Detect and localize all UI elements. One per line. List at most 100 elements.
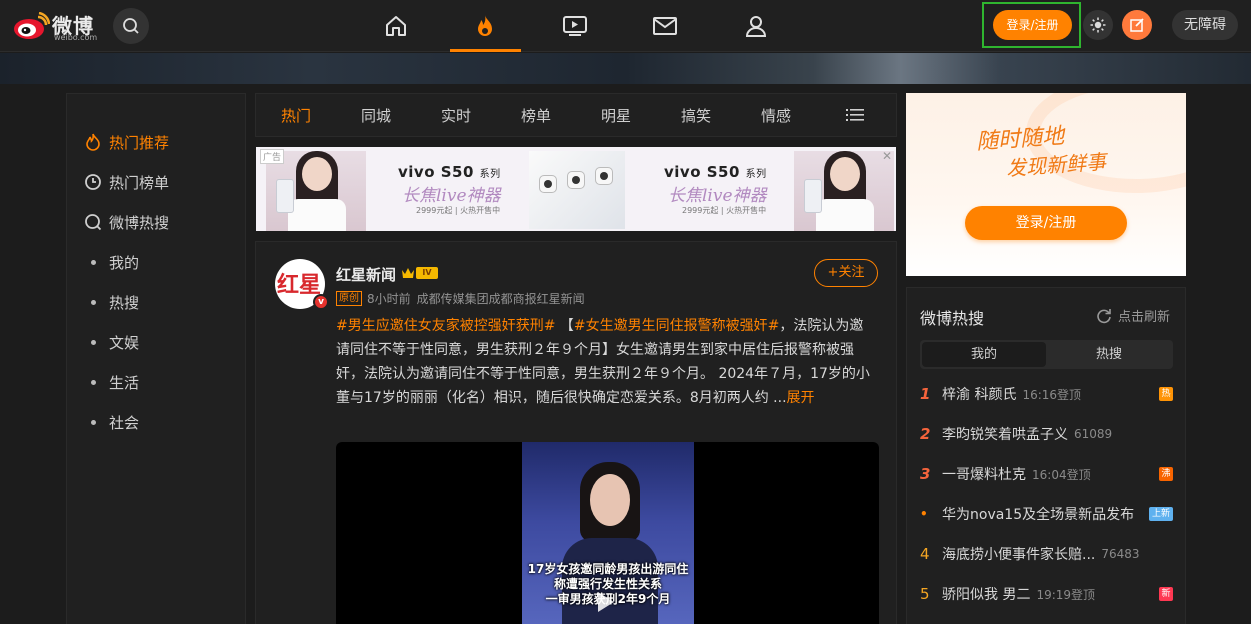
tab-ranking[interactable]: 榜单 bbox=[521, 105, 551, 126]
sidebar-item-label: 社会 bbox=[109, 413, 140, 432]
ad-slogan-2: 长焦live神器 bbox=[668, 186, 767, 206]
bullet-dot bbox=[91, 339, 96, 345]
hot-search-title: 微博热搜 bbox=[920, 309, 985, 328]
hot-search-row[interactable]: 1 梓渝 科颜氏 16:16登顶 热 bbox=[920, 382, 1173, 406]
sidebar-item-hot-list[interactable]: 热门榜单 bbox=[83, 170, 169, 194]
tab-mine[interactable]: 我的 bbox=[922, 342, 1046, 367]
sidebar-item-label: 热门推荐 bbox=[109, 133, 170, 152]
sidebar-item-life[interactable]: 生活 bbox=[83, 370, 139, 394]
bullet-dot bbox=[91, 419, 96, 425]
expand-link[interactable]: 展开 bbox=[787, 390, 815, 406]
sidebar-item-weibo-hot-search[interactable]: 微博热搜 bbox=[83, 210, 169, 234]
rank-number: 1 bbox=[920, 385, 931, 403]
promo-login-button[interactable]: 登录/注册 bbox=[965, 206, 1127, 240]
rank-number: 4 bbox=[920, 545, 930, 563]
sidebar-item-hot-recommend[interactable]: 热门推荐 bbox=[83, 130, 169, 154]
hot-badge: 沸 bbox=[1159, 467, 1173, 481]
logo-subtext: weibo.com bbox=[54, 33, 98, 42]
nav-home[interactable] bbox=[378, 9, 414, 43]
hot-extra: 16:04登顶 bbox=[1032, 467, 1091, 482]
header-banner-image bbox=[0, 53, 1251, 84]
accessibility-button[interactable]: 无障碍 bbox=[1172, 10, 1238, 40]
compose-button[interactable] bbox=[1122, 10, 1152, 40]
sidebar-item-hot-search[interactable]: 热搜 bbox=[83, 290, 139, 314]
hot-topic: 李昀锐笑着哄孟子义 bbox=[942, 427, 1068, 443]
tab-funny[interactable]: 搞笑 bbox=[681, 105, 711, 126]
nav-hot[interactable] bbox=[467, 9, 503, 43]
tab-hot-search[interactable]: 热搜 bbox=[1046, 340, 1172, 369]
tab-more-menu[interactable] bbox=[846, 107, 864, 127]
login-promo-card: 随时随地 发现新鲜事 登录/注册 bbox=[906, 93, 1186, 276]
list-menu-icon bbox=[846, 109, 864, 121]
home-icon bbox=[386, 16, 406, 36]
weibo-logo[interactable]: 微博 weibo.com bbox=[12, 8, 102, 44]
login-register-button[interactable]: 登录/注册 bbox=[993, 10, 1072, 40]
search-icon bbox=[83, 212, 103, 232]
ad-phone-image bbox=[529, 151, 625, 229]
post-meta: 原创 8小时前 成都传媒集团成都商报红星新闻 bbox=[336, 290, 585, 307]
level-badge: IV bbox=[416, 267, 438, 279]
bullet-dot bbox=[91, 259, 96, 265]
ad-price-2: 2999元起 | 火热开售中 bbox=[682, 206, 767, 215]
hot-extra: 16:16登顶 bbox=[1022, 387, 1082, 402]
flame-icon bbox=[83, 132, 103, 152]
nav-active-indicator bbox=[450, 49, 521, 52]
rank-number: 5 bbox=[920, 585, 930, 603]
hot-topic: 一哥爆料杜克 bbox=[942, 467, 1026, 483]
hot-search-row[interactable]: 3 一哥爆料杜克 16:04登顶 沸 bbox=[920, 462, 1173, 486]
hot-search-row[interactable]: 2 李昀锐笑着哄孟子义 61089 bbox=[920, 422, 1173, 446]
hot-search-row[interactable]: • 华为nova15及全场景新品发布 上新 bbox=[920, 502, 1173, 526]
ad-brand-2: vivo S50 系列 bbox=[664, 163, 767, 181]
verified-badge-icon: v bbox=[313, 294, 329, 310]
rank-number: 3 bbox=[920, 465, 931, 483]
search-button[interactable] bbox=[113, 8, 149, 44]
sidebar-item-label: 微博热搜 bbox=[109, 213, 170, 232]
post-source: 成都传媒集团成都商报红星新闻 bbox=[416, 292, 585, 306]
rank-number: 2 bbox=[920, 425, 931, 443]
video-player[interactable]: 17岁女孩邀同龄男孩出游同住 称遭强行发生性关系 一审男孩获刑2年9个月 bbox=[336, 442, 879, 624]
hot-extra: 76483 bbox=[1101, 547, 1140, 561]
clock-icon bbox=[83, 172, 103, 192]
sidebar-item-label: 我的 bbox=[109, 253, 140, 272]
nav-profile[interactable] bbox=[738, 9, 774, 43]
feed-tabs: 热门 同城 实时 榜单 明星 搞笑 情感 bbox=[255, 93, 897, 137]
hashtag-link[interactable]: #女生邀男生同住报警称被强奸# bbox=[574, 318, 779, 334]
refresh-button[interactable]: 点击刷新 bbox=[1096, 306, 1170, 325]
post-time[interactable]: 8小时前 bbox=[367, 290, 411, 307]
refresh-icon bbox=[1097, 308, 1111, 323]
sidebar-item-label: 热搜 bbox=[109, 293, 140, 312]
weibo-eye-icon bbox=[14, 12, 50, 39]
tab-realtime[interactable]: 实时 bbox=[441, 105, 471, 126]
hashtag-link[interactable]: #男生应邀住女友家被控强奸获刑# bbox=[336, 318, 555, 334]
sidebar-item-society[interactable]: 社会 bbox=[83, 410, 139, 434]
hot-badge: 上新 bbox=[1149, 507, 1173, 521]
hot-badge: 新 bbox=[1159, 587, 1173, 601]
sidebar-item-label: 热门榜单 bbox=[109, 173, 170, 192]
video-icon bbox=[563, 16, 587, 36]
tab-celebrity[interactable]: 明星 bbox=[601, 105, 631, 126]
sidebar-item-label: 生活 bbox=[109, 373, 140, 392]
close-icon[interactable]: ✕ bbox=[882, 149, 892, 163]
hot-extra: 61089 bbox=[1074, 427, 1113, 441]
original-tag: 原创 bbox=[336, 291, 362, 306]
follow-button[interactable]: +关注 bbox=[814, 259, 878, 287]
message-icon bbox=[653, 17, 677, 35]
sidebar-item-mine[interactable]: 我的 bbox=[83, 250, 139, 274]
nav-video[interactable] bbox=[557, 9, 593, 43]
ad-banner[interactable]: vivo S50 系列 长焦live神器 2999元起 | 火热开售中 vivo… bbox=[256, 147, 896, 231]
profile-icon bbox=[745, 16, 767, 37]
hot-search-row[interactable]: 4 海底捞小便事件家长赔... 76483 bbox=[920, 542, 1173, 566]
hot-topic: 华为nova15及全场景新品发布 bbox=[942, 507, 1135, 523]
nav-messages[interactable] bbox=[647, 9, 683, 43]
hot-search-row[interactable]: 5 骄阳似我 男二 19:19登顶 新 bbox=[920, 582, 1173, 606]
theme-toggle-button[interactable] bbox=[1083, 10, 1113, 40]
tab-emotion[interactable]: 情感 bbox=[761, 105, 791, 126]
search-icon bbox=[123, 18, 139, 34]
sidebar-item-entertainment[interactable]: 文娱 bbox=[83, 330, 139, 354]
top-nav-bar: 微博 weibo.com 登录/注册 无障碍 bbox=[0, 0, 1251, 52]
author-name[interactable]: 红星新闻 bbox=[336, 264, 396, 285]
hot-badge: 热 bbox=[1159, 387, 1173, 401]
tab-local[interactable]: 同城 bbox=[361, 105, 391, 126]
play-icon[interactable] bbox=[598, 592, 614, 612]
tab-hot[interactable]: 热门 bbox=[281, 105, 311, 126]
